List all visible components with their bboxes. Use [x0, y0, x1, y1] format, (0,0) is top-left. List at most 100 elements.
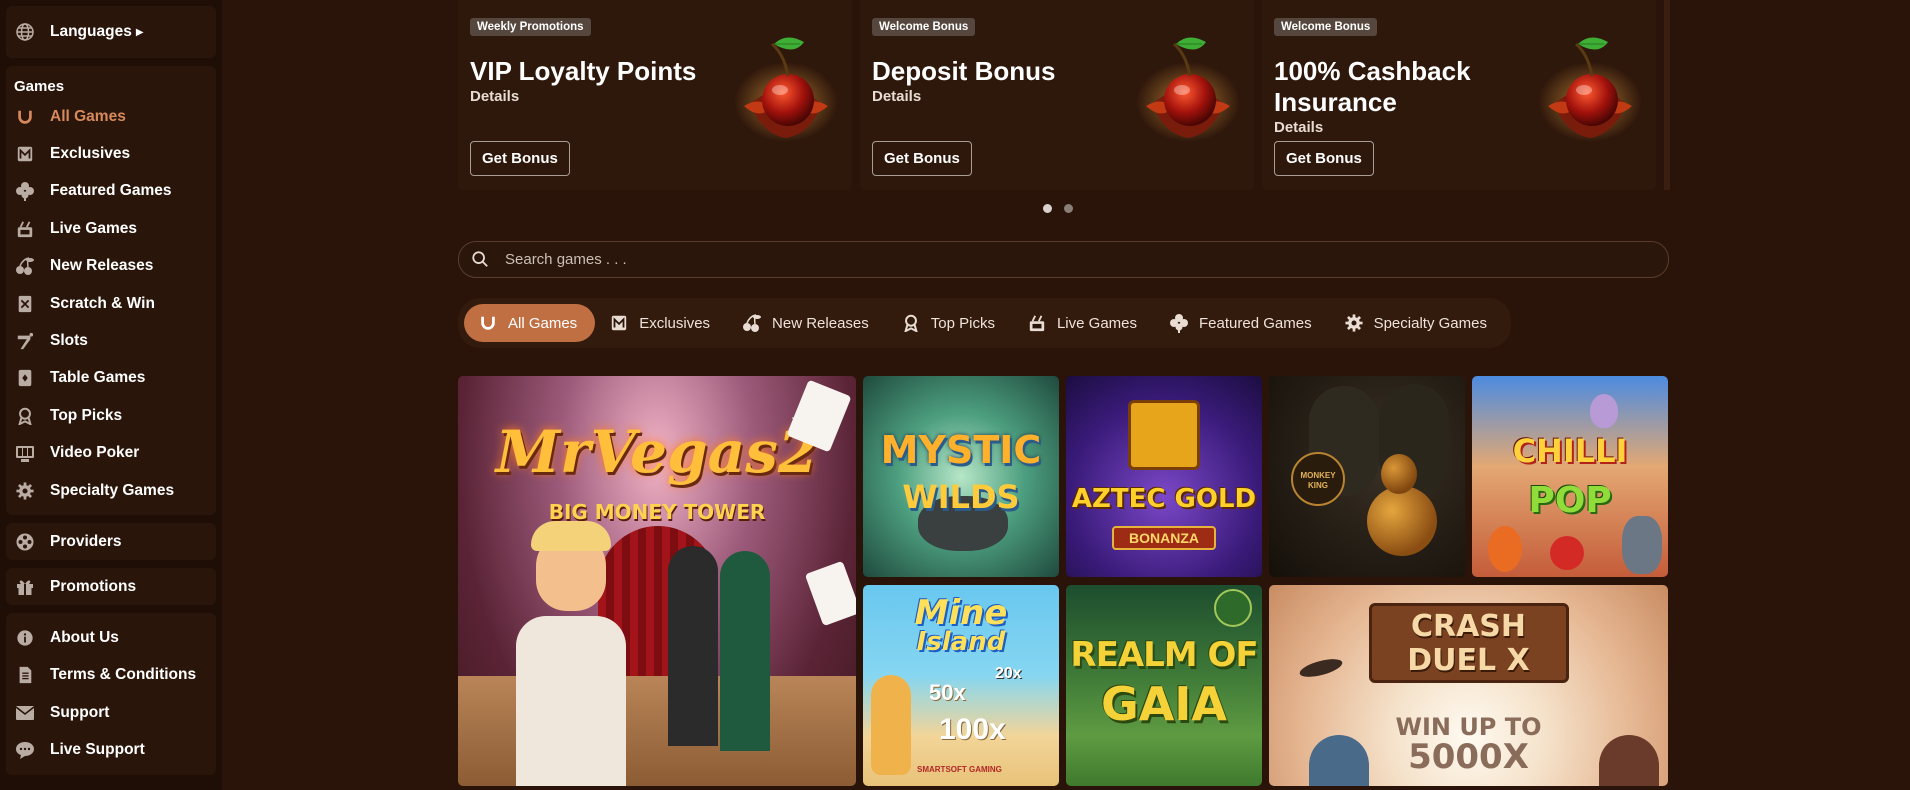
chat-icon	[14, 739, 36, 761]
sidebar-item-featured-games[interactable]: Featured Games	[6, 173, 216, 210]
sidebar-item-table-games[interactable]: Table Games	[6, 360, 216, 397]
tab-label: New Releases	[772, 314, 869, 332]
mine-island-brand: SMARTSOFT GAMING	[917, 765, 1002, 774]
tomato-character	[1550, 536, 1584, 570]
game-grid: MrVegas2 TM BIG MONEY TOWER MYSTIC WILDS…	[458, 376, 1670, 790]
mr-vegas-line1: MrVegas	[495, 418, 778, 486]
languages-selector[interactable]: Languages ▶	[6, 6, 144, 58]
sidebar-item-label: About Us	[50, 628, 119, 646]
sidebar-item-live-support[interactable]: Live Support	[6, 731, 216, 768]
scratch-card-icon	[14, 293, 36, 315]
tab-exclusives[interactable]: Exclusives	[595, 304, 728, 342]
search-bar	[458, 241, 1669, 278]
search-input[interactable]	[505, 251, 1605, 268]
game-tile-monkey-king[interactable]: MONKEY KING	[1269, 376, 1465, 577]
tab-specialty-games[interactable]: Specialty Games	[1330, 304, 1505, 342]
horseshoe-icon	[14, 106, 36, 128]
tab-new-releases[interactable]: New Releases	[728, 304, 887, 342]
mr-vegas-character	[516, 521, 626, 786]
sidebar-item-live-games[interactable]: Live Games	[6, 210, 216, 247]
games-heading: Games	[14, 78, 65, 95]
category-tabs: All Games Exclusives New Releases Top Pi…	[458, 298, 1511, 348]
promo-tag: Weekly Promotions	[470, 18, 591, 36]
gear-icon	[14, 480, 36, 502]
realm-of-gaia-line1: REALM OF	[1070, 635, 1258, 675]
aztec-gold-title: AZTEC GOLD	[1071, 484, 1257, 514]
promotions-label: Promotions	[50, 577, 137, 595]
promo-card-100-cashback-insurance: Welcome Bonus 100% Cashback Insurance De…	[1262, 0, 1656, 190]
game-tile-chilli-pop[interactable]: CHILLI POP	[1472, 376, 1668, 577]
exclusive-icon	[14, 143, 36, 165]
tab-label: Exclusives	[639, 314, 711, 332]
tab-live-games[interactable]: Live Games	[1013, 304, 1155, 342]
donkey-character	[1622, 516, 1662, 574]
live-icon	[14, 218, 36, 240]
kangaroo-character	[871, 675, 911, 775]
monkey-king-logo: MONKEY KING	[1291, 452, 1345, 506]
providers-label: Providers	[50, 532, 122, 550]
sidebar-item-slots[interactable]: Slots	[6, 322, 216, 359]
info-icon	[14, 627, 36, 649]
sidebar-item-label: Support	[50, 703, 110, 721]
sidebar-item-scratch-and-win[interactable]: Scratch & Win	[6, 285, 216, 322]
sidebar-item-video-poker[interactable]: Video Poker	[6, 435, 216, 472]
sidebar-item-exclusives[interactable]: Exclusives	[6, 135, 216, 172]
sidebar-item-providers[interactable]: Providers	[6, 523, 216, 560]
garlic-character	[1590, 394, 1618, 428]
sidebar-item-about-us[interactable]: About Us	[6, 619, 216, 656]
mr-vegas-subtitle: BIG MONEY TOWER	[548, 500, 766, 524]
cherries-icon	[742, 313, 762, 333]
sidebar-item-specialty-games[interactable]: Specialty Games	[6, 472, 216, 509]
crash-duel-line1: CRASH	[1410, 609, 1527, 644]
carousel-dot-1[interactable]	[1043, 204, 1052, 213]
game-tile-mystic-wilds[interactable]: MYSTIC WILDS	[863, 376, 1059, 577]
mail-icon	[14, 702, 36, 724]
chilli-pop-line1: CHILLI	[1512, 432, 1628, 470]
tab-all-games[interactable]: All Games	[464, 304, 596, 342]
promo-title: Deposit Bonus	[872, 56, 1056, 86]
sidebar-item-all-games[interactable]: All Games	[6, 98, 216, 135]
tab-top-picks[interactable]: Top Picks	[887, 304, 1013, 342]
promotions-box: Promotions	[6, 568, 216, 606]
caret-right-icon: ▶	[135, 26, 144, 38]
sidebar-item-label: Scratch & Win	[50, 294, 155, 312]
sidebar-item-promotions[interactable]: Promotions	[6, 568, 216, 605]
horseshoe-icon	[478, 313, 498, 333]
tab-featured-games[interactable]: Featured Games	[1155, 304, 1330, 342]
game-tile-aztec-gold-bonanza[interactable]: AZTEC GOLD BONANZA	[1066, 376, 1262, 577]
tab-label: Specialty Games	[1373, 314, 1487, 332]
carousel-dot-2[interactable]	[1064, 204, 1073, 213]
gift-icon	[14, 576, 36, 598]
sidebar-item-label: All Games	[50, 107, 126, 125]
sidebar-item-top-picks[interactable]: Top Picks	[6, 397, 216, 434]
sidebar-item-support[interactable]: Support	[6, 694, 216, 731]
clover-icon	[14, 180, 36, 202]
sidebar-item-label: New Releases	[50, 257, 154, 275]
game-tile-mine-island[interactable]: Mine Island 20x 50x 100x SMARTSOFT GAMIN…	[863, 585, 1059, 786]
monkey-king-line2: KING	[1308, 481, 1328, 490]
promo-title: VIP Loyalty Points	[470, 56, 697, 86]
get-bonus-button[interactable]: Get Bonus	[470, 141, 570, 176]
game-tile-realm-of-gaia[interactable]: REALM OF GAIA	[1066, 585, 1262, 786]
sidebar-item-new-releases[interactable]: New Releases	[6, 248, 216, 285]
game-tile-crash-duel-x[interactable]: CRASH DUEL X WIN UP TO 5000X	[1269, 585, 1668, 786]
film-reel-icon	[14, 531, 36, 553]
exclusive-icon	[609, 313, 629, 333]
sidebar-item-terms-and-conditions[interactable]: Terms & Conditions	[6, 657, 216, 694]
aztec-gold-bonanza-label: BONANZA	[1129, 530, 1199, 546]
sidebar-item-label: Video Poker	[50, 444, 140, 462]
providers-box: Providers	[6, 523, 216, 561]
award-icon	[14, 405, 36, 427]
tab-label: Live Games	[1056, 314, 1138, 332]
sidebar-item-label: Slots	[50, 332, 88, 350]
sidebar-item-label: Specialty Games	[50, 481, 175, 499]
get-bonus-button[interactable]: Get Bonus	[1274, 141, 1374, 176]
sidebar: Languages ▶ Games All Games Exclusives Fea…	[0, 0, 222, 790]
get-bonus-button[interactable]: Get Bonus	[872, 141, 972, 176]
mine-island-mult-20x: 20x	[995, 665, 1022, 682]
game-tile-mr-vegas-2[interactable]: MrVegas2 TM BIG MONEY TOWER	[458, 376, 856, 786]
carrot-character	[1488, 526, 1522, 572]
woman-figure-left	[668, 546, 718, 746]
gaia-emblem	[1214, 589, 1252, 627]
cherry-icon	[1534, 34, 1646, 144]
